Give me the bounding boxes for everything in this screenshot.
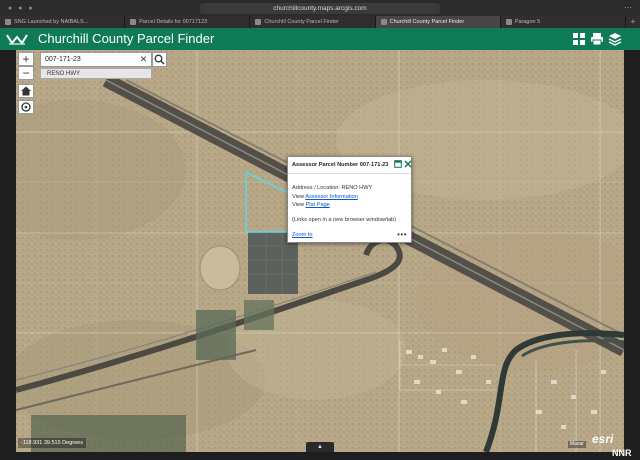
browser-tab-1[interactable]: Parcel Details for 00717123 xyxy=(125,16,251,28)
expand-panel-button[interactable]: ▲ xyxy=(306,442,334,452)
tab-label: Paragon 5 xyxy=(514,19,541,25)
locate-icon xyxy=(21,102,31,112)
home-icon xyxy=(21,86,31,96)
zoom-in-button[interactable]: + xyxy=(18,52,34,66)
window-frame-left xyxy=(0,50,16,460)
new-tab-icon[interactable]: + xyxy=(626,16,640,28)
app-header: Churchill County Parcel Finder xyxy=(0,28,640,50)
plat-page-link[interactable]: Plat Page xyxy=(306,202,330,208)
tab-label: Churchill County Parcel Finder xyxy=(389,19,465,25)
zoom-to-link[interactable]: Zoom to xyxy=(292,232,313,238)
tab-favicon-icon xyxy=(255,19,262,25)
more-options-icon[interactable]: ••• xyxy=(397,230,407,239)
app-title: Churchill County Parcel Finder xyxy=(38,31,215,46)
plat-line: View Plat Page xyxy=(292,201,407,210)
window-controls-icon[interactable]: ● ● ● xyxy=(8,5,35,12)
home-button[interactable] xyxy=(18,84,34,98)
parcel-search: ✕ xyxy=(40,52,152,67)
browser-chrome: ● ● ● churchillcounty.maps.arcgis.com ⋯ … xyxy=(0,0,640,28)
search-button[interactable] xyxy=(152,52,167,67)
popup-footer: Zoom to ••• xyxy=(292,230,407,240)
tab-label: Parcel Details for 00717123 xyxy=(139,19,208,25)
browser-tab-3[interactable]: Churchill County Parcel Finder xyxy=(375,16,501,28)
browser-tab-0[interactable]: SNG Launched by NAIBALS... xyxy=(0,16,126,28)
links-note: (Links open in a new browser window/tab) xyxy=(292,216,397,223)
popup-title: Assessor Parcel Number 007-171-23 xyxy=(292,162,389,168)
tab-favicon-icon xyxy=(505,19,512,25)
tab-favicon-icon xyxy=(5,19,11,25)
esri-logo: esri xyxy=(592,432,614,446)
grid-view-icon[interactable] xyxy=(572,32,586,46)
tab-favicon-icon xyxy=(380,19,387,25)
browser-tab-4[interactable]: Paragon 5 xyxy=(500,16,627,28)
tab-favicon-icon xyxy=(130,19,137,25)
window-frame-bottom xyxy=(0,452,640,460)
satellite-imagery xyxy=(16,50,624,452)
search-suggestion[interactable]: RENO HWY xyxy=(40,68,152,79)
window-frame-right xyxy=(624,50,640,460)
tab-strip: SNG Launched by NAIBALS... Parcel Detail… xyxy=(0,16,640,28)
locate-button[interactable] xyxy=(18,100,34,114)
popup-header: Assessor Parcel Number 007-171-23 xyxy=(288,157,412,174)
browser-tab-2[interactable]: Churchill County Parcel Finder xyxy=(250,16,376,28)
parcel-popup: Assessor Parcel Number 007-171-23 Addres… xyxy=(287,156,412,243)
print-icon[interactable] xyxy=(590,32,604,46)
layers-icon[interactable] xyxy=(608,32,622,46)
imagery-attribution: Maxar xyxy=(568,441,586,448)
dock-popup-icon[interactable] xyxy=(394,160,402,168)
address-label: Address / Location: xyxy=(292,185,342,191)
zoom-out-button[interactable]: − xyxy=(18,66,34,80)
coordinate-readout: -118.931 39.515 Degrees xyxy=(18,438,86,448)
watermark-logo: NNR xyxy=(612,448,632,458)
map-view[interactable] xyxy=(16,50,624,452)
popup-content: Address / Location: RENO HWY View Assess… xyxy=(288,174,411,224)
address-bar[interactable]: churchillcounty.maps.arcgis.com xyxy=(200,3,440,14)
parcel-search-input[interactable] xyxy=(41,53,139,66)
assessor-line: View Assessor Information xyxy=(292,193,407,202)
tab-label: SNG Launched by NAIBALS... xyxy=(14,19,89,25)
tab-label: Churchill County Parcel Finder xyxy=(264,19,339,25)
address-value: RENO HWY xyxy=(341,185,373,191)
close-popup-icon[interactable] xyxy=(404,160,412,168)
assessor-information-link[interactable]: Assessor Information xyxy=(305,194,358,200)
clear-search-icon[interactable]: ✕ xyxy=(138,53,149,66)
view-label: View xyxy=(292,202,306,208)
search-icon xyxy=(154,54,165,65)
county-logo-icon xyxy=(6,34,28,45)
address-line: Address / Location: RENO HWY xyxy=(292,184,407,193)
view-label: View xyxy=(292,193,306,200)
browser-menu-icon[interactable]: ⋯ xyxy=(624,3,632,12)
